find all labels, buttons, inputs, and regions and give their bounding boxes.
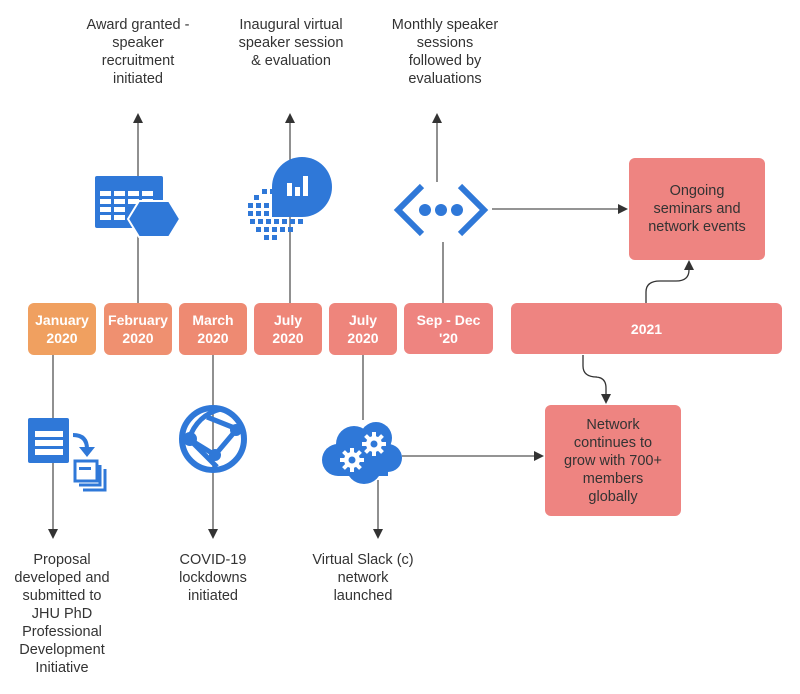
date-label: March 2020 — [192, 312, 234, 346]
date-label: Sep - Dec '20 — [416, 311, 481, 346]
network-growth-box: Network continues to grow with 700+ memb… — [545, 405, 681, 516]
date-box-jul-2020-a: July 2020 — [254, 303, 322, 355]
milestone-description-jul-a: Inaugural virtual speaker session & eval… — [238, 17, 344, 69]
document-copy-icon — [28, 418, 107, 492]
cloud-gears-icon — [322, 422, 402, 484]
milestone-description-jan: Proposal developed and submitted to JHU … — [14, 552, 110, 676]
code-dots-icon — [393, 183, 489, 237]
date-label: 2021 — [630, 320, 663, 337]
milestone-description-feb: Award granted - speaker recruitment init… — [86, 17, 190, 87]
connector-2021-to-ongoing — [645, 260, 694, 303]
date-box-2021: 2021 — [511, 303, 782, 354]
table-hexagon-icon — [95, 176, 181, 238]
date-label: February 2020 — [108, 312, 168, 346]
date-box-jan-2020: January 2020 — [28, 303, 96, 355]
date-box-sep-dec-2020: Sep - Dec '20 — [404, 303, 493, 354]
date-box-mar-2020: March 2020 — [179, 303, 247, 355]
date-box-jul-2020-b: July 2020 — [329, 303, 397, 355]
date-label: July 2020 — [347, 312, 379, 346]
milestone-description-jul-b: Virtual Slack (c) network launched — [312, 552, 414, 604]
ongoing-events-box: Ongoing seminars and network events — [629, 158, 765, 260]
timeline-diagram: January 2020 February 2020 March 2020 Ju… — [0, 0, 800, 694]
date-label: July 2020 — [272, 312, 304, 346]
milestone-description-sep-dec: Monthly speaker sessions followed by eva… — [391, 17, 499, 87]
date-box-feb-2020: February 2020 — [104, 303, 172, 355]
milestone-description-mar: COVID-19 lockdowns initiated — [179, 552, 247, 604]
network-growth-text: Network continues to grow with 700+ memb… — [564, 416, 662, 505]
analytics-chat-icon — [248, 157, 332, 240]
globe-network-icon — [179, 405, 247, 473]
connector-2021-to-growth — [582, 355, 611, 404]
ongoing-events-text: Ongoing seminars and network events — [648, 183, 746, 235]
date-label: January 2020 — [35, 312, 89, 346]
